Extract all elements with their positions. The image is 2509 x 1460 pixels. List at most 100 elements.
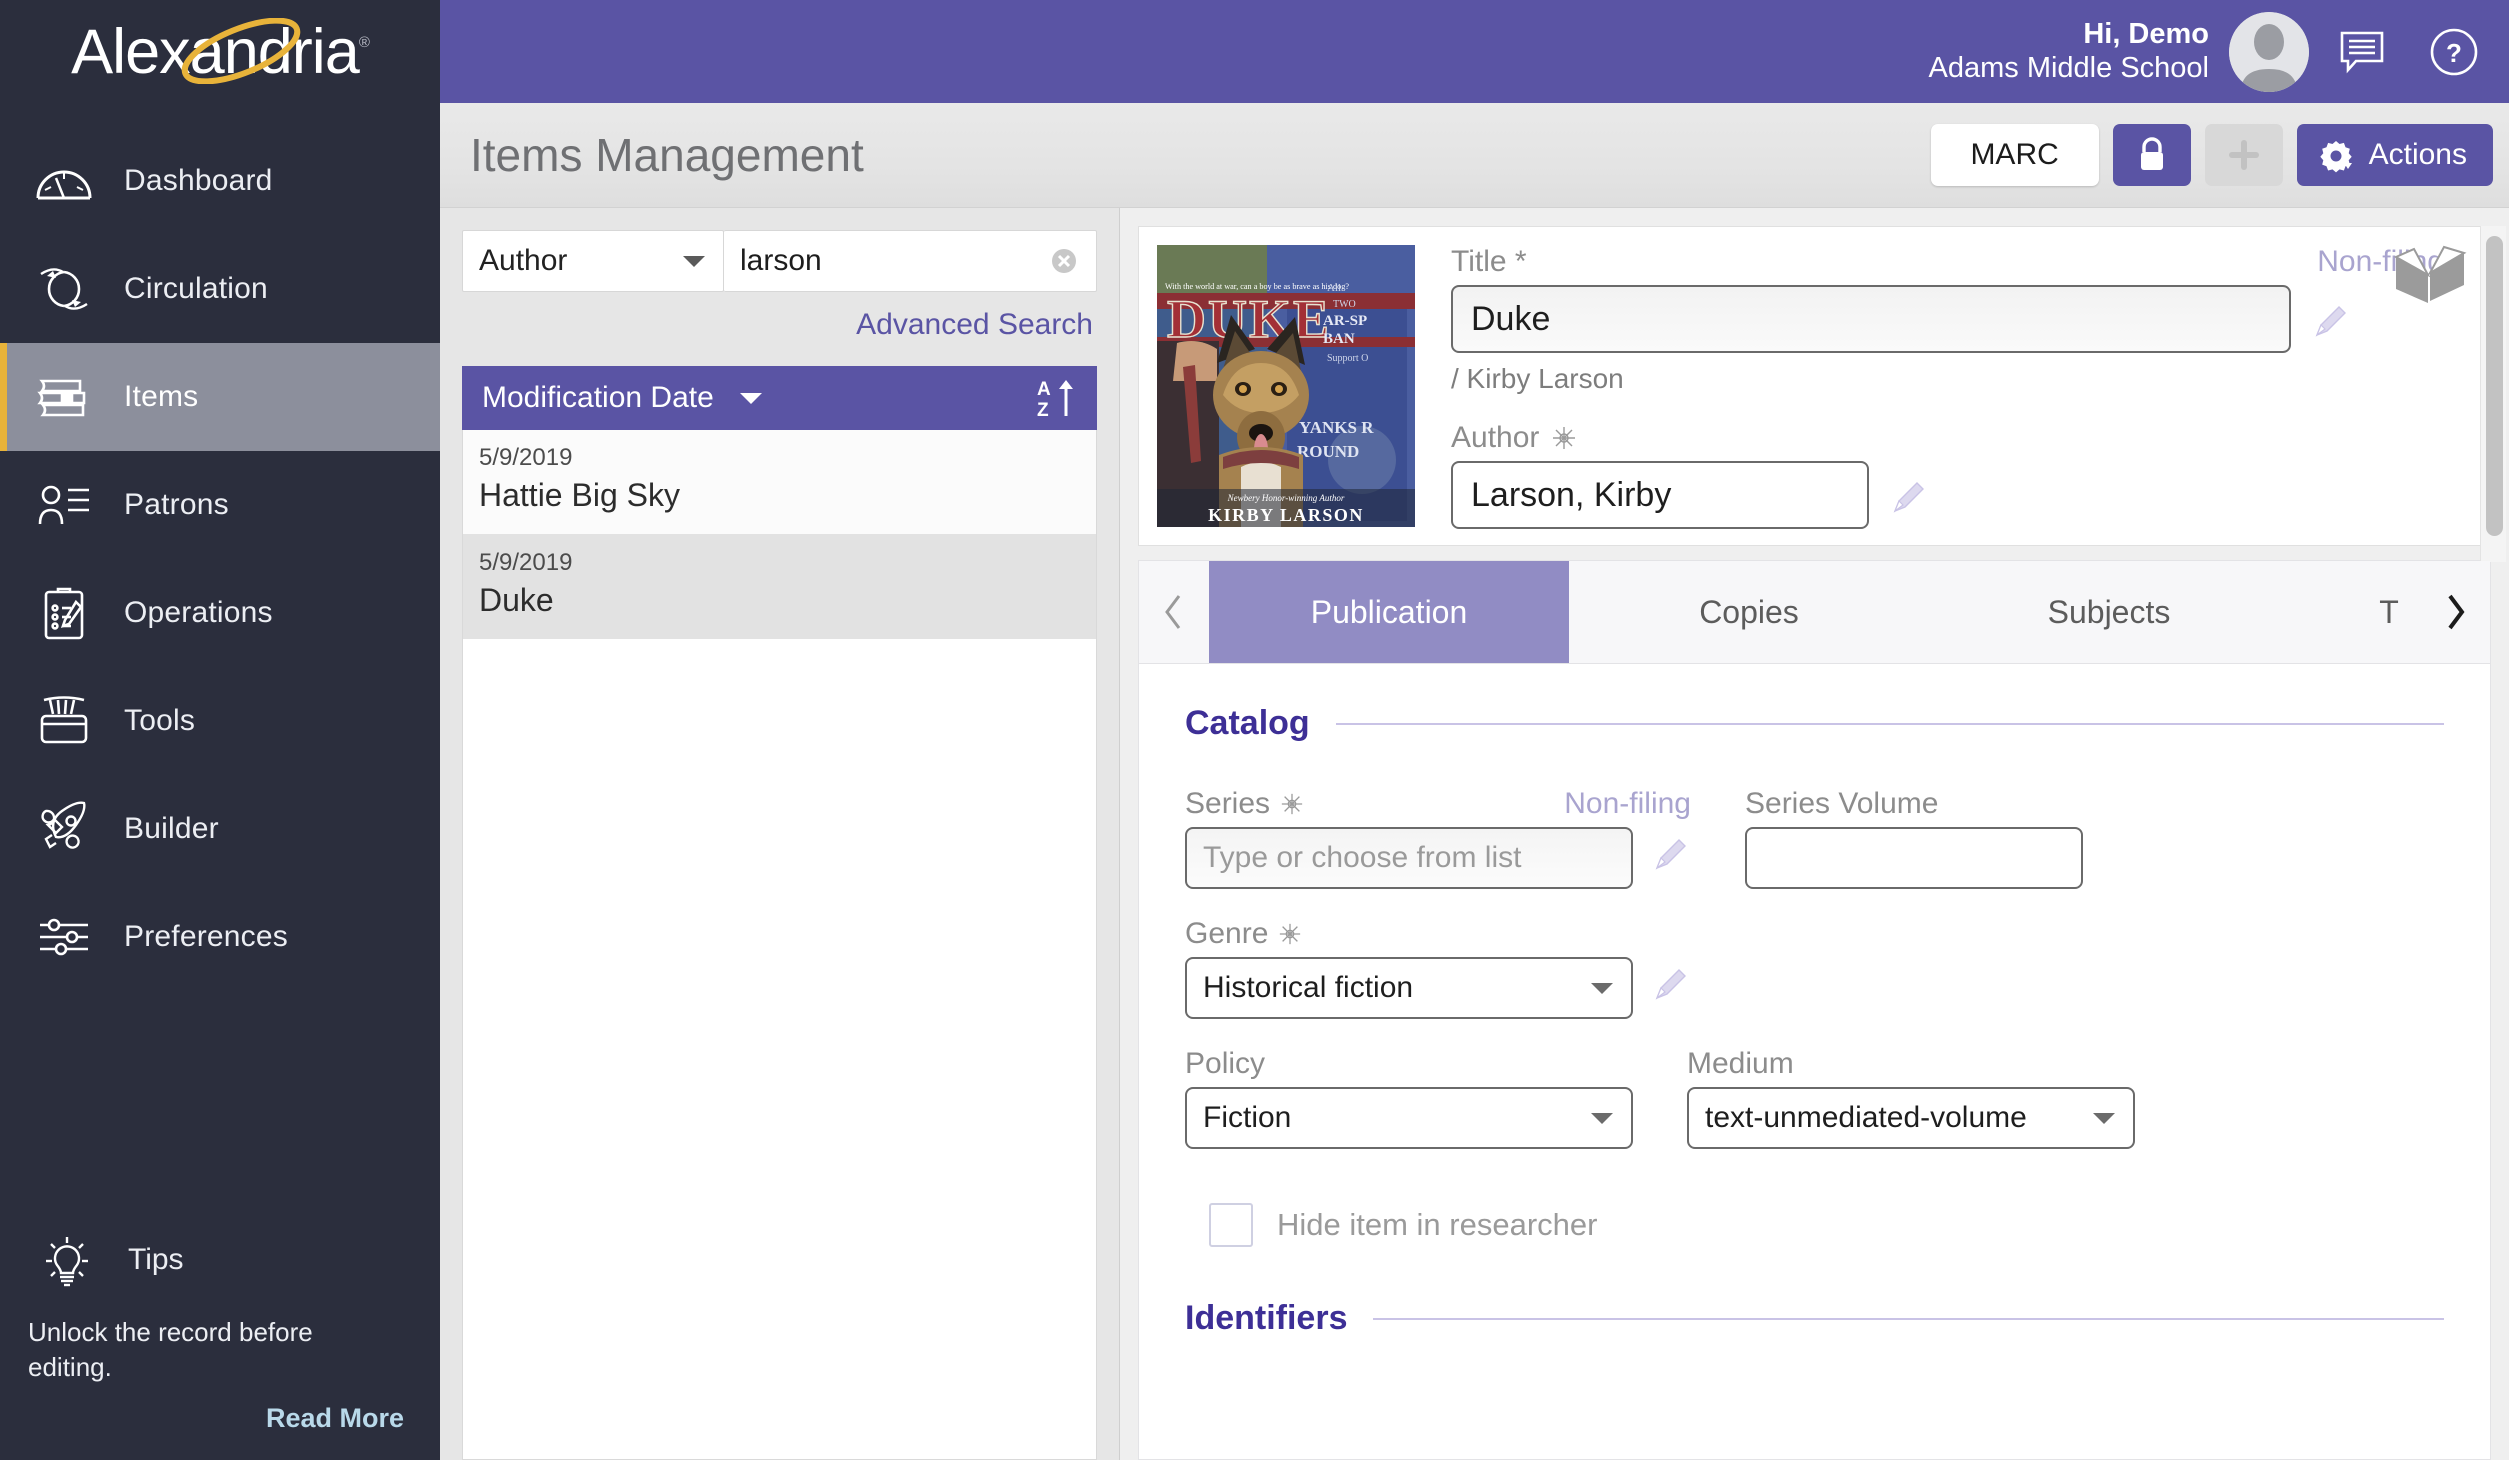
sidebar-item-dashboard[interactable]: Dashboard bbox=[0, 127, 440, 235]
circulation-arrows-icon bbox=[28, 258, 100, 320]
search-panel: Author larson Advanced Search Modificati… bbox=[440, 208, 1120, 1460]
series-volume-input[interactable] bbox=[1745, 827, 2083, 889]
toolbox-icon bbox=[28, 690, 100, 752]
user-greeting: Hi, Demo bbox=[2083, 18, 2209, 51]
pencil-edit-icon[interactable] bbox=[1649, 964, 1691, 1006]
title-input[interactable]: Duke bbox=[1451, 285, 2291, 353]
user-info[interactable]: Hi, Demo Adams Middle School bbox=[1929, 18, 2209, 85]
hide-item-checkbox[interactable] bbox=[1209, 1203, 1253, 1247]
sidebar-item-tools[interactable]: Tools bbox=[0, 667, 440, 775]
series-volume-field: Series Volume bbox=[1745, 787, 2083, 889]
chevron-down-icon bbox=[2091, 1110, 2117, 1126]
avatar[interactable] bbox=[2229, 11, 2309, 92]
sidebar-item-circulation[interactable]: Circulation bbox=[0, 235, 440, 343]
hide-item-row: Hide item in researcher bbox=[1185, 1203, 2444, 1247]
open-book-icon[interactable] bbox=[2392, 245, 2468, 307]
svg-text:All: All bbox=[1327, 282, 1341, 294]
search-bar: Author larson bbox=[440, 208, 1119, 292]
series-placeholder-text: Type or choose from list bbox=[1203, 841, 1522, 874]
genre-label: Genre bbox=[1185, 917, 2444, 951]
tab-copies[interactable]: Copies bbox=[1569, 561, 1929, 663]
search-field-select[interactable]: Author bbox=[462, 230, 724, 292]
sidebar-item-items[interactable]: Items bbox=[0, 343, 440, 451]
policy-field: Policy Fiction bbox=[1185, 1047, 1633, 1149]
list-item[interactable]: 5/9/2019 Duke bbox=[463, 534, 1096, 640]
sidebar-item-label: Dashboard bbox=[124, 164, 273, 197]
title-label-row: Title * Non-filing bbox=[1451, 245, 2472, 279]
clipboard-icon bbox=[28, 582, 100, 644]
person-list-icon bbox=[28, 474, 100, 536]
chevron-down-icon bbox=[681, 253, 707, 269]
tabs-strip: Publication Copies Subjects T bbox=[1209, 561, 2490, 663]
authority-asterisk-icon bbox=[1551, 425, 1577, 451]
publication-form: Catalog Series Non-filing Type or choose… bbox=[1138, 664, 2491, 1460]
pencil-edit-icon[interactable] bbox=[2309, 301, 2351, 343]
series-label: Series bbox=[1185, 787, 1304, 821]
title-field-row: Duke bbox=[1451, 279, 2472, 353]
tips-header: Tips bbox=[0, 1231, 440, 1289]
search-results-list: 5/9/2019 Hattie Big Sky 5/9/2019 Duke bbox=[462, 430, 1097, 1460]
books-stack-icon bbox=[28, 366, 100, 428]
plus-icon bbox=[2227, 138, 2261, 172]
result-title: Duke bbox=[479, 581, 554, 618]
series-nonfiling-label[interactable]: Non-filing bbox=[1564, 787, 1691, 821]
tips-heading: Tips bbox=[128, 1242, 184, 1276]
pencil-edit-icon[interactable] bbox=[1649, 834, 1691, 876]
tab-publication[interactable]: Publication bbox=[1209, 561, 1569, 663]
author-input[interactable]: Larson, Kirby bbox=[1451, 461, 1869, 529]
policy-value: Fiction bbox=[1203, 1101, 1292, 1134]
tips-read-more-link[interactable]: Read More bbox=[0, 1385, 440, 1434]
sidebar-item-preferences[interactable]: Preferences bbox=[0, 883, 440, 991]
tabs-prev-button[interactable] bbox=[1139, 561, 1209, 663]
title-label: Title * bbox=[1451, 245, 1527, 278]
app-root: Alexandria® Dashboard Circulation Items … bbox=[0, 0, 2509, 1460]
record-scrollbar[interactable] bbox=[2480, 226, 2506, 562]
sort-field-label: Modification Date bbox=[482, 381, 714, 414]
advanced-search-link[interactable]: Advanced Search bbox=[440, 292, 1119, 342]
search-input[interactable]: larson bbox=[724, 230, 1097, 292]
lock-icon bbox=[2135, 136, 2169, 174]
chat-bubble-icon[interactable] bbox=[2323, 13, 2401, 91]
marc-button[interactable]: MARC bbox=[1930, 124, 2099, 186]
record-summary: With the world at war, can a boy be as b… bbox=[1138, 226, 2491, 546]
pencil-edit-icon[interactable] bbox=[1887, 477, 1929, 519]
sidebar-item-patrons[interactable]: Patrons bbox=[0, 451, 440, 559]
tips-body-text: Unlock the record before editing. bbox=[28, 1316, 313, 1382]
result-date: 5/9/2019 bbox=[479, 548, 573, 576]
app-logo[interactable]: Alexandria® bbox=[0, 0, 440, 103]
medium-select[interactable]: text-unmediated-volume bbox=[1687, 1087, 2135, 1149]
section-header-identifiers: Identifiers bbox=[1185, 1299, 2444, 1338]
sidebar-item-label: Tools bbox=[124, 704, 196, 737]
sort-az-icon[interactable]: A Z bbox=[1035, 376, 1077, 420]
result-title: Hattie Big Sky bbox=[479, 477, 680, 514]
genre-field: Genre Historical fiction bbox=[1185, 917, 2444, 1019]
svg-text:KIRBY LARSON: KIRBY LARSON bbox=[1208, 505, 1364, 525]
lock-button[interactable] bbox=[2112, 124, 2191, 186]
section-divider bbox=[1335, 722, 2444, 725]
chevron-down-icon[interactable] bbox=[738, 390, 764, 406]
actions-button[interactable]: Actions bbox=[2296, 124, 2493, 186]
series-input[interactable]: Type or choose from list bbox=[1185, 827, 1633, 889]
svg-text:AR-SP: AR-SP bbox=[1323, 313, 1367, 329]
sort-bar[interactable]: Modification Date A Z bbox=[462, 366, 1097, 430]
sidebar-item-operations[interactable]: Operations bbox=[0, 559, 440, 667]
genre-select[interactable]: Historical fiction bbox=[1185, 957, 1633, 1019]
policy-select[interactable]: Fiction bbox=[1185, 1087, 1633, 1149]
svg-text:Z: Z bbox=[1037, 400, 1049, 420]
chevron-down-icon bbox=[1589, 1110, 1615, 1126]
page-header: Items Management MARC Actions bbox=[440, 103, 2509, 208]
sliders-icon bbox=[28, 906, 100, 968]
tab-subjects[interactable]: Subjects bbox=[1929, 561, 2289, 663]
sidebar-item-label: Preferences bbox=[124, 920, 288, 953]
svg-text:BAN: BAN bbox=[1323, 331, 1355, 347]
sidebar-item-builder[interactable]: Builder bbox=[0, 775, 440, 883]
page-actions-toolbar: MARC Actions bbox=[1930, 124, 2509, 186]
tabs-next-button[interactable] bbox=[2420, 561, 2490, 663]
question-mark-icon[interactable]: ? bbox=[2415, 13, 2493, 91]
series-field: Series Non-filing Type or choose from li… bbox=[1185, 787, 1691, 889]
author-field-row: Larson, Kirby bbox=[1451, 455, 2472, 529]
add-button bbox=[2204, 124, 2283, 186]
author-label-row: Author bbox=[1451, 421, 2472, 455]
clear-circle-icon[interactable] bbox=[1048, 245, 1080, 277]
list-item[interactable]: 5/9/2019 Hattie Big Sky bbox=[463, 430, 1096, 535]
